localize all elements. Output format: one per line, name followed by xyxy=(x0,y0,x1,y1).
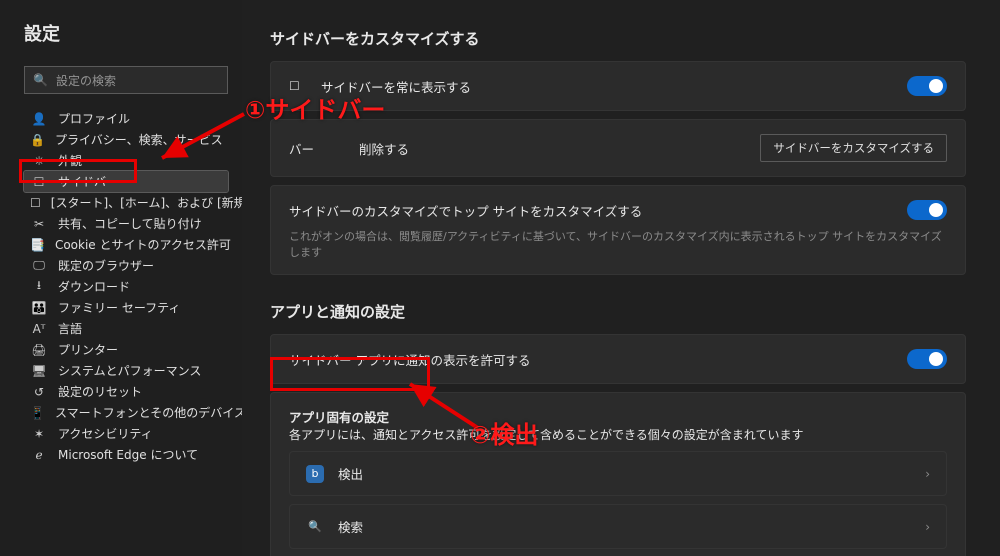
row-always-show-sidebar: ☐ サイドバーを常に表示する xyxy=(270,61,966,111)
app-specific-settings: アプリ固有の設定 各アプリには、通知とアクセス許可を設定して含めることができる個… xyxy=(270,392,966,556)
sidebar-item-download[interactable]: ⭳ ダウンロード xyxy=(24,276,228,297)
sidebar-item-profile[interactable]: 👤 プロファイル xyxy=(24,108,228,129)
sidebar-icon: ☐ xyxy=(30,175,48,189)
sidebar-item-cookies[interactable]: 📑 Cookie とサイトのアクセス許可 xyxy=(24,234,228,255)
sidebar-item-family[interactable]: 👪 ファミリー セーフティ xyxy=(24,297,228,318)
sidebar-item-privacy[interactable]: 🔒 プライバシー、検索、サービス xyxy=(24,129,228,150)
app-row-label: 検出 xyxy=(338,464,925,483)
sidebar-item-a11y[interactable]: ✶ アクセシビリティ xyxy=(24,423,228,444)
sidebar-item-label: プリンター xyxy=(58,341,118,358)
row-customize-topsites-label: サイドバーのカスタマイズでトップ サイトをカスタマイズする xyxy=(289,201,907,220)
row-customize-topsites-desc: これがオンの場合は、閲覧履歴/アクティビティに基づいて、サイドバーのカスタマイズ… xyxy=(289,228,947,260)
toggle-customize-topsites[interactable] xyxy=(907,200,947,220)
browser-icon: 🖵 xyxy=(30,258,48,273)
sidebar-item-label: システムとパフォーマンス xyxy=(58,362,201,379)
sidebar-item-system[interactable]: 🖥 システムとパフォーマンス xyxy=(24,360,228,381)
sidebar-item-label: Cookie とサイトのアクセス許可 xyxy=(55,236,231,253)
row-always-show-sidebar-label: サイドバーを常に表示する xyxy=(321,77,907,96)
sidebar-item-label: 共有、コピーして貼り付け xyxy=(58,215,202,232)
sidebar-item-label: プロファイル xyxy=(58,110,130,127)
app-specific-settings-title: アプリ固有の設定 xyxy=(289,407,947,426)
sidebar-item-label: スマートフォンとその他のデバイス xyxy=(55,404,246,421)
language-icon: Aᵀ xyxy=(30,322,48,336)
settings-main: サイドバーをカスタマイズする ☐ サイドバーを常に表示する バー xxxxx 削… xyxy=(242,0,1000,556)
profile-icon: 👤 xyxy=(30,112,48,126)
sidebar-item-label: サイドバー xyxy=(58,173,118,190)
family-icon: 👪 xyxy=(30,301,48,315)
sidebar-item-label: ファミリー セーフティ xyxy=(58,299,180,316)
chevron-right-icon: › xyxy=(925,467,930,481)
sidebar-item-label: 設定のリセット xyxy=(58,383,142,400)
sidebar-item-label: 言語 xyxy=(58,320,82,337)
sidebar-item-about[interactable]: ℯ Microsoft Edge について xyxy=(24,444,228,465)
app-specific-settings-desc: 各アプリには、通知とアクセス許可を設定して含めることができる個々の設定が含まれて… xyxy=(289,426,947,443)
row-allow-notifications: サイドバー アプリに通知の表示を許可する xyxy=(270,334,966,384)
cookies-icon: 📑 xyxy=(30,238,45,252)
row-remove-sidebar-label: バー xxxxx 削除する xyxy=(289,139,760,158)
sidebar-item-printer[interactable]: 🖨 プリンター xyxy=(24,339,228,360)
search-icon: 🔍 xyxy=(306,518,324,536)
settings-sidebar: 設定 🔍 設定の検索 👤 プロファイル 🔒 プライバシー、検索、サービス ✳ 外観 ☐ サイド… xyxy=(0,0,242,556)
start-icon: ☐ xyxy=(30,196,41,210)
sidebar-item-appearance[interactable]: ✳ 外観 xyxy=(24,150,228,171)
sidebar-item-phone[interactable]: 📱スマートフォンとその他のデバイス xyxy=(24,402,228,423)
about-icon: ℯ xyxy=(30,448,48,462)
system-icon: 🖥 xyxy=(30,364,48,378)
sidebar-item-label: 既定のブラウザー xyxy=(58,257,154,274)
search-placeholder: 設定の検索 xyxy=(56,72,116,89)
app-row-label: 検索 xyxy=(338,517,925,536)
download-icon: ⭳ xyxy=(30,276,48,297)
section-apps-notifications-title: アプリと通知の設定 xyxy=(270,301,966,322)
chevron-right-icon: › xyxy=(925,520,930,534)
row-allow-notifications-label: サイドバー アプリに通知の表示を許可する xyxy=(289,350,907,369)
reset-icon: ↺ xyxy=(30,385,48,399)
sidebar-item-label: プライバシー、検索、サービス xyxy=(55,131,223,148)
row-customize-topsites: サイドバーのカスタマイズでトップ サイトをカスタマイズする これがオンの場合は、… xyxy=(270,185,966,275)
sidebar-item-sidebar[interactable]: ☐ サイドバー xyxy=(24,171,228,192)
app-row-bing[interactable]: b 検出› xyxy=(289,451,947,496)
sidebar-item-label: Microsoft Edge について xyxy=(58,446,198,463)
customize-sidebar-button[interactable]: サイドバーをカスタマイズする xyxy=(760,134,947,162)
row-remove-sidebar: バー xxxxx 削除する サイドバーをカスタマイズする xyxy=(270,119,966,177)
sidebar-item-share[interactable]: ✂ 共有、コピーして貼り付け xyxy=(24,213,228,234)
sidebar-item-browser[interactable]: 🖵 既定のブラウザー xyxy=(24,255,228,276)
sidebar-item-label: 外観 xyxy=(58,152,82,169)
page-title: 設定 xyxy=(24,20,228,46)
appearance-icon: ✳ xyxy=(30,154,48,168)
search-input[interactable]: 🔍 設定の検索 xyxy=(24,66,228,94)
bing-icon: b xyxy=(306,465,324,483)
sidebar-item-label: ダウンロード xyxy=(58,278,130,295)
app-row-search[interactable]: 🔍 検索› xyxy=(289,504,947,549)
toggle-always-show-sidebar[interactable] xyxy=(907,76,947,96)
sidebar-item-label: アクセシビリティ xyxy=(58,425,153,442)
a11y-icon: ✶ xyxy=(30,427,48,441)
sidebar-item-language[interactable]: Aᵀ 言語 xyxy=(24,318,228,339)
share-icon: ✂ xyxy=(30,217,48,231)
sidebar-item-start[interactable]: ☐[スタート]、[ホーム]、および [新規] タブ xyxy=(24,192,228,213)
sidebar-glyph-icon: ☐ xyxy=(289,79,309,93)
section-customize-sidebar-title: サイドバーをカスタマイズする xyxy=(270,28,966,49)
privacy-icon: 🔒 xyxy=(30,133,45,147)
search-icon: 🔍 xyxy=(33,73,48,87)
toggle-allow-notifications[interactable] xyxy=(907,349,947,369)
sidebar-item-reset[interactable]: ↺ 設定のリセット xyxy=(24,381,228,402)
phone-icon: 📱 xyxy=(30,406,45,420)
printer-icon: 🖨 xyxy=(30,343,48,357)
